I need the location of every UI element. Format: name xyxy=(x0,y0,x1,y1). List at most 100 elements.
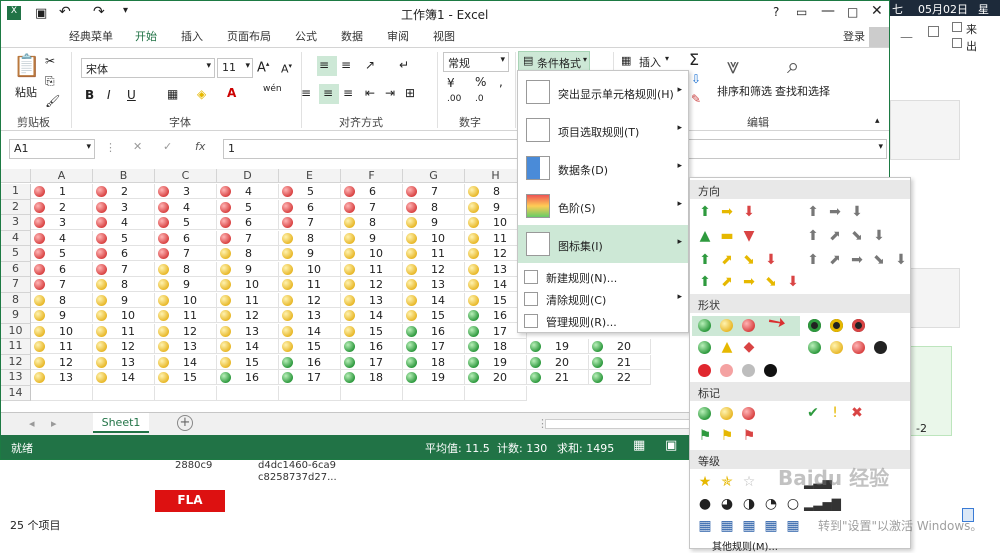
green-circle-icon[interactable] xyxy=(698,341,711,354)
grid-cell[interactable]: 12 xyxy=(31,354,93,370)
grid-cell[interactable] xyxy=(279,385,341,401)
grid-cell[interactable]: 7 xyxy=(279,215,341,230)
cross-circle-icon[interactable] xyxy=(742,407,755,420)
menu-highlight-cells-rules[interactable]: 突出显示单元格规则(H) ▸ xyxy=(518,73,688,111)
traffic-light-red-icon[interactable] xyxy=(852,319,865,332)
grid-cell[interactable]: 22 xyxy=(589,370,651,385)
grid-cell[interactable]: 18 xyxy=(341,370,403,385)
column-header[interactable]: D xyxy=(217,169,279,183)
grid-cell[interactable]: 10 xyxy=(279,261,341,277)
fla-file-icon[interactable]: FLA xyxy=(155,490,225,512)
grid-cell[interactable]: 14 xyxy=(155,354,217,370)
row-header[interactable]: 4 xyxy=(1,230,31,246)
grid-cell[interactable]: 21 xyxy=(527,370,589,385)
box-rating-icon[interactable]: ▦ xyxy=(784,518,802,534)
grid-cell[interactable] xyxy=(403,385,465,401)
row-header[interactable]: 7 xyxy=(1,277,31,293)
gray-arrow-up-icon[interactable]: ⬆ xyxy=(804,252,822,268)
grid-cell[interactable]: 6 xyxy=(155,230,217,246)
grid-cell[interactable]: 15 xyxy=(403,308,465,323)
clear-icon[interactable]: ✎ xyxy=(691,92,701,106)
fill-icon[interactable]: ⇩ xyxy=(691,72,701,86)
grid-cell[interactable]: 20 xyxy=(465,370,527,385)
row-header[interactable]: 9 xyxy=(1,308,31,324)
menu-new-rule[interactable]: 新建规则(N)... xyxy=(518,267,688,287)
redo-icon[interactable]: ↷ xyxy=(93,4,105,20)
grid-cell[interactable]: 7 xyxy=(403,184,465,199)
save-icon[interactable]: ▣ xyxy=(35,6,47,21)
gray-arrow-right-icon[interactable]: ➡ xyxy=(848,252,866,268)
thumbnail-1[interactable] xyxy=(890,100,960,160)
grid-cell[interactable]: 5 xyxy=(93,230,155,246)
grid-cell[interactable]: 19 xyxy=(403,370,465,385)
add-sheet-button[interactable]: + xyxy=(177,415,193,431)
grid-cell[interactable]: 9 xyxy=(31,308,93,323)
grid-cell[interactable]: 10 xyxy=(341,246,403,261)
tab-insert[interactable]: 插入 xyxy=(181,28,203,44)
gray-arrow-down-icon[interactable]: ⬇ xyxy=(870,228,888,244)
help-button[interactable]: ? xyxy=(773,5,779,19)
wrap-text-icon[interactable]: ↵ xyxy=(399,58,409,72)
grid-cell[interactable]: 2 xyxy=(31,199,93,215)
grid-cell[interactable]: 4 xyxy=(217,184,279,199)
chevron-down-icon[interactable]: ▾ xyxy=(500,55,505,65)
grid-cell[interactable]: 19 xyxy=(527,339,589,354)
grid-cell[interactable]: 14 xyxy=(279,323,341,339)
grid-cell[interactable]: 8 xyxy=(155,261,217,277)
grid-cell[interactable]: 5 xyxy=(155,215,217,230)
normal-view-icon[interactable]: ▦ xyxy=(633,438,645,453)
triangle-down-icon[interactable]: ▼ xyxy=(740,228,758,244)
decrease-decimal-icon[interactable]: .0 xyxy=(475,94,484,104)
conditional-format-button[interactable]: ▤ 条件格式 ▾ xyxy=(518,51,590,71)
fill-color-icon[interactable]: ◈ xyxy=(197,87,206,101)
gray-arrow-downright-icon[interactable]: ⬊ xyxy=(870,252,888,268)
number-format-box[interactable]: 常规 ▾ xyxy=(443,52,509,72)
file-name-2b[interactable]: c8258737d27... xyxy=(258,472,337,483)
green-flag-icon[interactable]: ⚑ xyxy=(696,428,714,444)
align-right-icon[interactable]: ≡ xyxy=(343,86,353,100)
green-circle-icon[interactable] xyxy=(698,319,711,332)
gray-arrow-up-icon[interactable]: ⬆ xyxy=(804,228,822,244)
gray-arrow-right-icon[interactable]: ➡ xyxy=(826,204,844,220)
star-full-icon[interactable]: ★ xyxy=(696,474,714,490)
grid-cell[interactable]: 8 xyxy=(217,246,279,261)
check-circle-icon[interactable] xyxy=(698,407,711,420)
grid-cell[interactable] xyxy=(31,385,93,401)
grid-cell[interactable]: 18 xyxy=(403,354,465,370)
grid-cell[interactable]: 6 xyxy=(93,246,155,261)
align-bottom-icon[interactable]: ≡ xyxy=(341,58,351,72)
insert-function-button[interactable]: fx xyxy=(195,140,205,153)
grid-cell[interactable]: 12 xyxy=(279,292,341,308)
grid-cell[interactable]: 13 xyxy=(341,292,403,308)
arrow-up-icon[interactable]: ⬆ xyxy=(696,252,714,268)
login-link[interactable]: 登录 xyxy=(843,28,865,44)
row-header[interactable]: 6 xyxy=(1,261,31,277)
column-header[interactable]: E xyxy=(279,169,341,183)
grid-cell[interactable]: 12 xyxy=(217,308,279,323)
grid-cell[interactable]: 14 xyxy=(403,292,465,308)
column-header[interactable]: A xyxy=(31,169,93,183)
font-color-icon[interactable]: A xyxy=(227,86,236,100)
page-layout-icon[interactable]: ▣ xyxy=(665,438,677,453)
chevron-down-icon[interactable]: ▾ xyxy=(86,142,91,152)
align-center-icon[interactable]: ≡ xyxy=(323,86,333,100)
arrow-down-icon[interactable]: ⬇ xyxy=(740,204,758,220)
gray-arrow-down-icon[interactable]: ⬇ xyxy=(848,204,866,220)
row-header[interactable]: 3 xyxy=(1,215,31,231)
grid-cell[interactable]: 3 xyxy=(93,199,155,215)
increase-indent-icon[interactable]: ⇥ xyxy=(385,86,395,100)
triangle-up-icon[interactable]: ▲ xyxy=(696,228,714,244)
grid-cell[interactable]: 19 xyxy=(465,354,527,370)
increase-decimal-icon[interactable]: .00 xyxy=(447,94,461,104)
thumbnail-2[interactable] xyxy=(910,268,960,328)
quick-access-icon[interactable]: ▾ xyxy=(123,5,128,16)
arrow-downright-icon[interactable]: ⬊ xyxy=(740,252,758,268)
traffic-light-green-icon[interactable] xyxy=(808,319,821,332)
grid-cell[interactable]: 7 xyxy=(341,199,403,215)
grid-cell[interactable]: 11 xyxy=(279,277,341,292)
grid-cell[interactable]: 5 xyxy=(279,184,341,199)
menu-top-bottom-rules[interactable]: 项目选取规则(T) ▸ xyxy=(518,111,688,149)
decrease-indent-icon[interactable]: ⇤ xyxy=(365,86,375,100)
italic-button[interactable]: I xyxy=(107,88,111,102)
cancel-icon[interactable]: ✕ xyxy=(133,140,142,153)
